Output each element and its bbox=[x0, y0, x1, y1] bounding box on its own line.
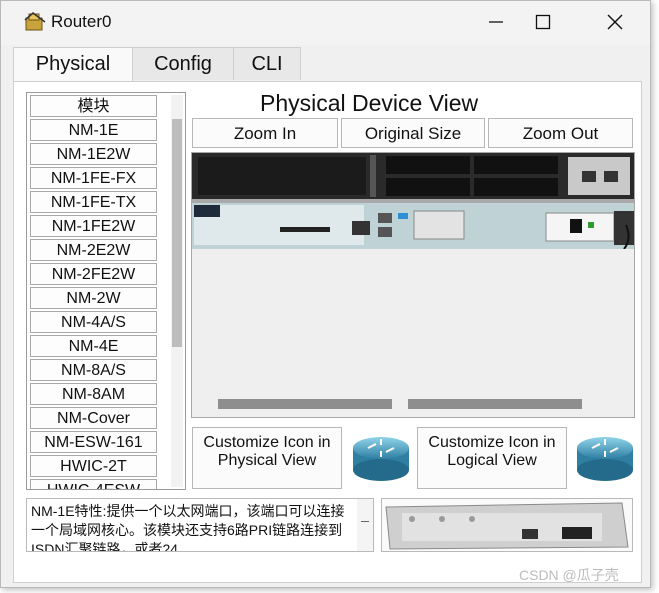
physical-tab-content: 模块 NM-1E NM-1E2W NM-1FE-FX NM-1FE-TX NM-… bbox=[13, 81, 642, 583]
minimize-button[interactable] bbox=[474, 5, 518, 39]
device-view-scrollbar-right[interactable] bbox=[408, 399, 582, 409]
module-item[interactable]: NM-4A/S bbox=[30, 311, 157, 333]
scroll-indicator-icon bbox=[361, 521, 369, 522]
module-item[interactable]: NM-8A/S bbox=[30, 359, 157, 381]
window-title: Router0 bbox=[51, 12, 112, 31]
router-window: Router0 Physical Config CLI 模块 NM-1E NM-… bbox=[0, 0, 651, 588]
packet-tracer-app-icon bbox=[24, 12, 46, 31]
minimize-icon bbox=[489, 21, 503, 23]
device-view-scrollbar-left[interactable] bbox=[218, 399, 392, 409]
module-description-box[interactable]: NM-1E特性:提供一个以太网端口，该端口可以连接一个局域网核心。该模块还支持6… bbox=[26, 498, 374, 552]
tab-physical[interactable]: Physical bbox=[13, 47, 133, 82]
module-description-text: NM-1E特性:提供一个以太网端口，该端口可以连接一个局域网核心。该模块还支持6… bbox=[31, 503, 345, 552]
module-item[interactable]: NM-1FE2W bbox=[30, 215, 157, 237]
module-item[interactable]: NM-Cover bbox=[30, 407, 157, 429]
module-item[interactable]: NM-1FE-FX bbox=[30, 167, 157, 189]
maximize-icon bbox=[535, 14, 551, 30]
module-list: 模块 NM-1E NM-1E2W NM-1FE-FX NM-1FE-TX NM-… bbox=[26, 92, 186, 490]
module-item[interactable]: NM-ESW-161 bbox=[30, 431, 157, 453]
module-item[interactable]: NM-1E2W bbox=[30, 143, 157, 165]
module-list-scrollbar[interactable] bbox=[171, 95, 183, 487]
module-item[interactable]: HWIC-2T bbox=[30, 455, 157, 477]
router-icon bbox=[577, 437, 633, 481]
router-chassis-image bbox=[192, 153, 634, 417]
description-scrollbar[interactable] bbox=[357, 499, 373, 551]
module-item[interactable]: NM-1FE-TX bbox=[30, 191, 157, 213]
module-item[interactable]: NM-2E2W bbox=[30, 239, 157, 261]
tab-config[interactable]: Config bbox=[132, 47, 234, 80]
module-list-scroll-thumb[interactable] bbox=[172, 119, 182, 347]
tab-cli[interactable]: CLI bbox=[233, 47, 301, 80]
physical-view-title: Physical Device View bbox=[260, 90, 479, 116]
module-board-image bbox=[385, 502, 629, 550]
close-button[interactable] bbox=[593, 5, 637, 39]
customize-physical-icon-button[interactable]: Customize Icon in Physical View bbox=[192, 427, 342, 489]
module-item[interactable]: NM-2W bbox=[30, 287, 157, 309]
watermark: CSDN @瓜子壳 bbox=[519, 567, 619, 583]
module-preview-image bbox=[381, 498, 633, 552]
module-item[interactable]: NM-4E bbox=[30, 335, 157, 357]
zoom-out-button[interactable]: Zoom Out bbox=[488, 118, 633, 148]
physical-device-view[interactable] bbox=[191, 152, 635, 418]
zoom-in-button[interactable]: Zoom In bbox=[192, 118, 338, 148]
module-item[interactable]: HWIC-4ESW bbox=[30, 479, 157, 489]
module-item[interactable]: NM-8AM bbox=[30, 383, 157, 405]
module-item[interactable]: NM-1E bbox=[30, 119, 157, 141]
module-item[interactable]: NM-2FE2W bbox=[30, 263, 157, 285]
router-icon bbox=[353, 437, 409, 481]
maximize-button[interactable] bbox=[521, 5, 565, 39]
close-icon bbox=[607, 14, 623, 30]
original-size-button[interactable]: Original Size bbox=[341, 118, 485, 148]
title-bar: Router0 bbox=[1, 1, 650, 45]
list-header: 模块 bbox=[30, 95, 157, 117]
customize-logical-icon-button[interactable]: Customize Icon in Logical View bbox=[417, 427, 567, 489]
